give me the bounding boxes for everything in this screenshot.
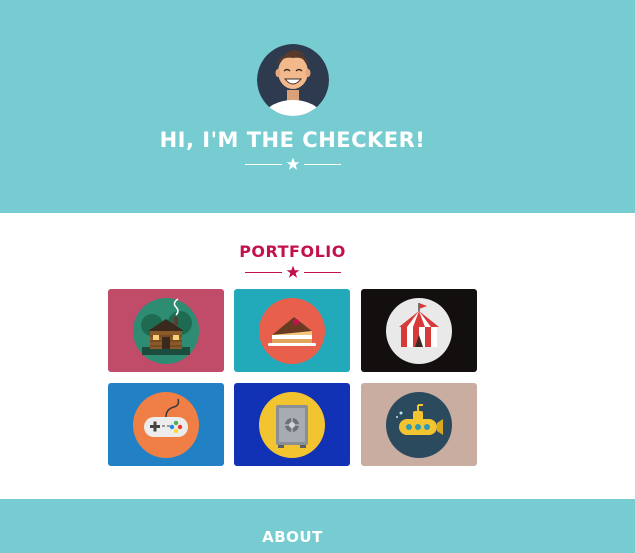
star-icon xyxy=(286,157,300,170)
hero-divider xyxy=(245,157,341,173)
portfolio-item-cake[interactable] xyxy=(234,289,350,372)
portfolio-title: PORTFOLIO xyxy=(239,242,346,261)
game-controller-icon xyxy=(133,392,199,458)
portfolio-item-submarine[interactable] xyxy=(361,383,477,466)
divider-line-left xyxy=(245,164,282,165)
portfolio-item-gamepad[interactable] xyxy=(108,383,224,466)
portfolio-item-circus[interactable] xyxy=(361,289,477,372)
divider-line-right xyxy=(304,272,341,273)
divider-line-left xyxy=(245,272,282,273)
star-icon xyxy=(286,265,300,278)
portfolio-item-cabin[interactable] xyxy=(108,289,224,372)
portfolio-divider xyxy=(245,265,341,281)
submarine-icon xyxy=(386,392,452,458)
about-title: ABOUT xyxy=(262,528,323,546)
divider-line-right xyxy=(304,164,341,165)
portfolio-item-safe[interactable] xyxy=(234,383,350,466)
log-cabin-icon xyxy=(133,298,199,364)
circus-tent-icon xyxy=(386,298,452,364)
hero-title: HI, I'M THE CHECKER! xyxy=(159,128,426,152)
cake-slice-icon xyxy=(259,298,325,364)
safe-icon xyxy=(259,392,325,458)
smiling-person-avatar-icon xyxy=(257,44,329,116)
hero-section: HI, I'M THE CHECKER! xyxy=(0,0,635,213)
